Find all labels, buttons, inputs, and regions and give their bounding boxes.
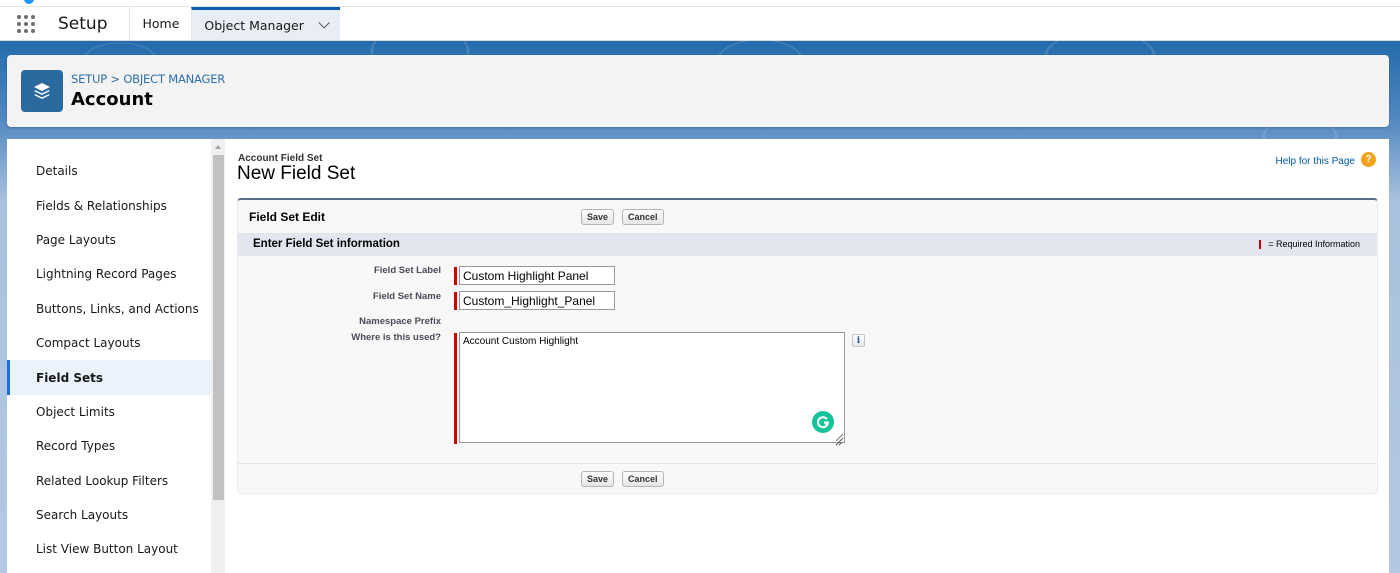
where-used-label: Where is this used? [351,332,441,343]
field-set-name-label: Field Set Name [372,291,441,302]
sidebar-item-object-limits[interactable]: Object Limits [7,395,211,429]
app-launcher-button[interactable] [0,7,52,40]
object-title: Account [71,89,153,110]
namespace-prefix-label: Namespace Prefix [359,316,441,327]
sidebar-item-details[interactable]: Details [7,154,211,188]
where-used-textarea[interactable]: Account Custom Highlight [459,332,845,443]
object-header: SETUP > OBJECT MANAGER Account [7,55,1389,127]
info-icon[interactable]: i [852,334,865,347]
field-set-label-input[interactable] [459,266,615,285]
top-strip [0,0,1400,7]
sidebar-item-label: Page Layouts [36,232,116,247]
field-set-label-label: Field Set Label [373,265,441,276]
block-footer: Save Cancel [238,463,1377,493]
cancel-button-top[interactable]: Cancel [622,209,664,225]
breadcrumb-separator: > [110,72,120,86]
sidebar-item-label: List View Button Layout [36,542,178,557]
cancel-button-bottom[interactable]: Cancel [622,471,664,487]
app-name: Setup [58,13,108,34]
required-legend: = Required Information [1259,239,1360,249]
sidebar-item-label: Related Lookup Filters [36,473,169,488]
tab-home[interactable]: Home [129,7,191,40]
required-marker-icon [1259,239,1262,249]
sidebar-item-fields-relationships[interactable]: Fields & Relationships [7,188,211,222]
scrollbar-thumb[interactable] [213,155,224,500]
object-manager-sidebar: Details Fields & Relationships Page Layo… [7,139,211,573]
sidebar-item-label: Buttons, Links, and Actions [36,301,199,316]
section-title: Enter Field Set information [253,238,400,250]
sidebar-item-compact-layouts[interactable]: Compact Layouts [7,326,211,360]
sidebar-item-label: Search Layouts [36,508,129,523]
breadcrumb: SETUP > OBJECT MANAGER [71,72,225,86]
sidebar-item-buttons-links-actions[interactable]: Buttons, Links, and Actions [7,292,211,326]
app-launcher-grid-icon [17,14,35,33]
section-header: Enter Field Set information = Required I… [238,234,1377,256]
tab-home-label: Home [142,16,180,31]
sidebar-item-label: Details [36,164,78,179]
grammarly-icon[interactable] [812,411,834,433]
sidebar-item-label: Fields & Relationships [36,198,167,213]
save-button-top[interactable]: Save [581,209,615,225]
salesforce-logo-icon[interactable] [24,0,34,4]
help-for-this-page-link[interactable]: Help for this Page [1276,156,1356,167]
field-set-name-input[interactable] [459,291,615,310]
sidebar-item-record-types[interactable]: Record Types [7,429,211,463]
required-legend-text: = Required Information [1268,239,1360,249]
chevron-down-icon[interactable] [318,17,330,29]
required-indicator [454,333,457,444]
block-header: Field Set Edit Save Cancel [238,200,1377,234]
sidebar-item-search-layouts[interactable]: Search Layouts [7,498,211,532]
scroll-up-arrow-icon[interactable] [211,141,225,153]
sidebar-item-page-layouts[interactable]: Page Layouts [7,223,211,257]
sidebar-item-label: Lightning Record Pages [36,267,177,282]
required-indicator [454,267,457,285]
resize-grip-icon[interactable] [835,433,843,446]
sidebar-item-label: Record Types [36,439,116,454]
save-button-bottom[interactable]: Save [581,471,615,487]
sidebar-item-related-lookup-filters[interactable]: Related Lookup Filters [7,464,211,498]
sidebar-scrollbar[interactable] [211,139,225,573]
sidebar-item-list-view-button-layout[interactable]: List View Button Layout [7,532,211,566]
required-indicator [454,292,457,310]
page-title: New Field Set [237,163,356,184]
sidebar-item-label: Compact Layouts [36,336,141,351]
sidebar-item-field-sets[interactable]: Field Sets [7,360,211,396]
field-set-edit-block: Field Set Edit Save Cancel Enter Field S… [237,198,1378,494]
breadcrumb-setup[interactable]: SETUP [71,72,107,86]
stacked-layers-icon [21,70,63,112]
block-title: Field Set Edit [249,210,326,224]
content-container: Details Fields & Relationships Page Layo… [7,139,1389,573]
tab-object-manager-label: Object Manager [204,17,304,33]
sidebar-item-label: Field Sets [36,370,103,385]
tab-object-manager[interactable]: Object Manager [191,7,340,40]
sidebar-item-label: Object Limits [36,404,115,419]
sidebar-item-lightning-record-pages[interactable]: Lightning Record Pages [7,257,211,291]
main-panel: Account Field Set New Field Set Help for… [225,139,1389,573]
help-question-icon[interactable]: ? [1361,152,1376,167]
breadcrumb-object-manager[interactable]: OBJECT MANAGER [123,72,225,86]
global-nav-bar: Setup Home Object Manager [0,7,1400,41]
